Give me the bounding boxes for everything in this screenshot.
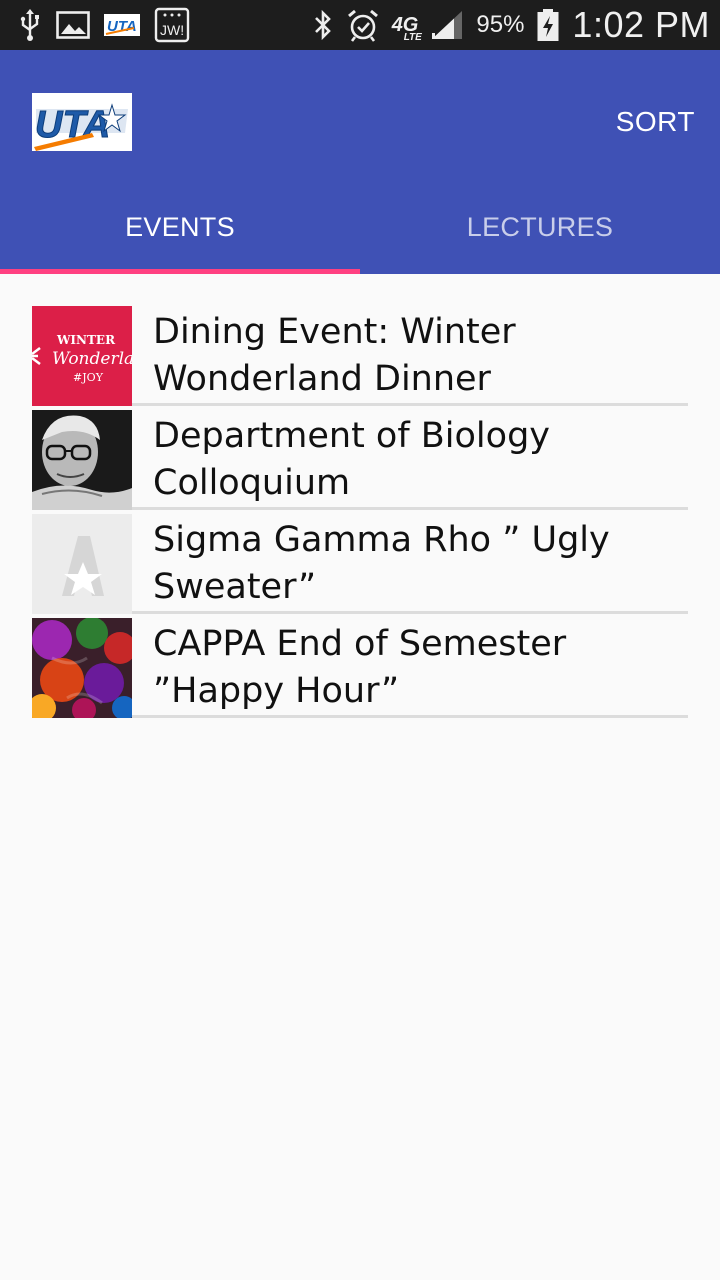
event-title: Dining Event: Winter Wonderland Dinner	[153, 311, 516, 399]
svg-text:WINTER: WINTER	[56, 333, 116, 347]
image-icon	[56, 11, 90, 39]
event-title: Department of Biology Colloquium	[153, 415, 550, 503]
bluetooth-icon	[312, 9, 334, 41]
event-list: WINTER Wonderland #JOY Dining Event: Win…	[32, 306, 688, 722]
tab-indicator	[0, 269, 360, 274]
portrait-thumbnail	[32, 410, 132, 510]
list-item[interactable]: WINTER Wonderland #JOY Dining Event: Win…	[32, 306, 688, 406]
list-item[interactable]: Sigma Gamma Rho ” Ugly Sweater”	[32, 514, 688, 614]
tab-lectures-label: LECTURES	[466, 211, 614, 242]
tab-bar: EVENTS LECTURES	[0, 180, 720, 274]
event-title: Sigma Gamma Rho ” Ugly Sweater”	[153, 519, 610, 607]
tab-events-label: EVENTS	[125, 211, 235, 242]
status-bar: UTA JW! 4G LTE 95% 1:02 PM	[0, 0, 720, 50]
uta-placeholder-thumbnail	[32, 514, 132, 614]
ornaments-thumbnail	[32, 618, 132, 718]
tab-lectures[interactable]: LECTURES	[360, 180, 720, 274]
list-item[interactable]: CAPPA End of Semester ”Happy Hour”	[32, 618, 688, 718]
clock: 1:02 PM	[572, 4, 710, 45]
winter-wonderland-thumbnail: WINTER Wonderland #JOY	[32, 306, 132, 406]
tab-events[interactable]: EVENTS	[0, 180, 360, 274]
network-4g-lte-icon: 4G LTE	[391, 14, 422, 43]
battery-percent: 95%	[476, 11, 525, 38]
app-bar: UTA SORT EVENTS LECTURES	[0, 50, 720, 274]
uta-app-icon: UTA	[104, 14, 140, 36]
list-item[interactable]: Department of Biology Colloquium	[32, 410, 688, 510]
event-title: CAPPA End of Semester ”Happy Hour”	[153, 623, 567, 711]
signal-icon	[430, 9, 464, 41]
jw-icon: JW!	[154, 7, 190, 43]
alarm-icon	[346, 8, 380, 42]
uta-logo: UTA	[32, 93, 132, 151]
svg-text:#JOY: #JOY	[73, 371, 104, 384]
sort-button[interactable]: SORT	[616, 106, 695, 138]
svg-text:Wonderland: Wonderland	[52, 349, 132, 369]
battery-charging-icon	[536, 8, 560, 42]
usb-icon	[18, 8, 42, 42]
svg-text:JW!: JW!	[160, 22, 184, 38]
